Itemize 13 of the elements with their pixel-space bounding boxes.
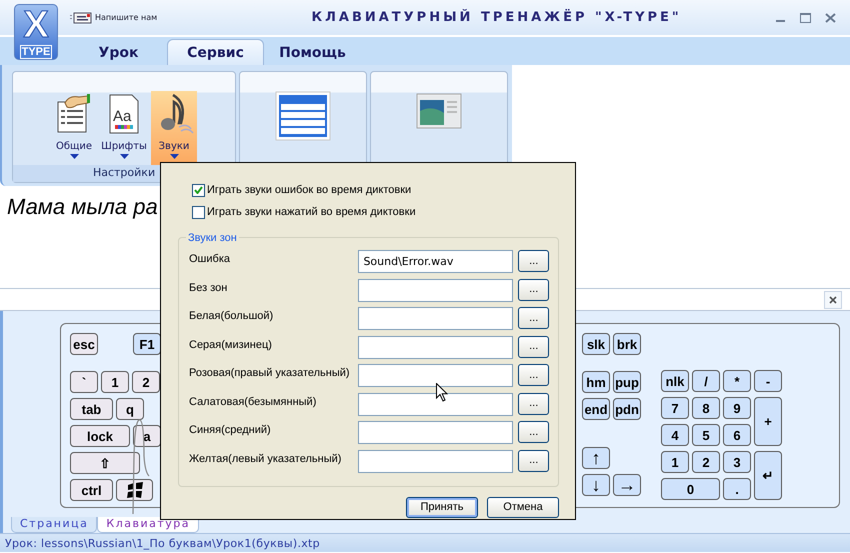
field-label: Желтая(левый указательный)	[189, 452, 342, 466]
field-label: Ошибка	[189, 252, 231, 267]
field-label: Белая(большой)	[189, 309, 274, 324]
field-label: Серая(мизинец)	[189, 338, 273, 352]
app-logo: X TYPE	[14, 4, 58, 60]
group-title: Звуки зон	[186, 230, 239, 246]
lesson-text: Мама мыла ра	[7, 193, 158, 221]
field-label: Синяя(средний)	[189, 423, 272, 438]
field-label: Без зон	[189, 280, 228, 296]
field-label: Розовая(правый указательный)	[189, 366, 351, 381]
status-bar: Урок: lessons\Russian\1_По буквам\Урок1(буквы).xtp	[0, 533, 850, 552]
window-title: КЛАВИАТУРНЫЙ ТРЕНАЖЁР "X-TYPE"	[310, 8, 683, 27]
field-label: Салатовая(безымянный)	[189, 394, 318, 410]
